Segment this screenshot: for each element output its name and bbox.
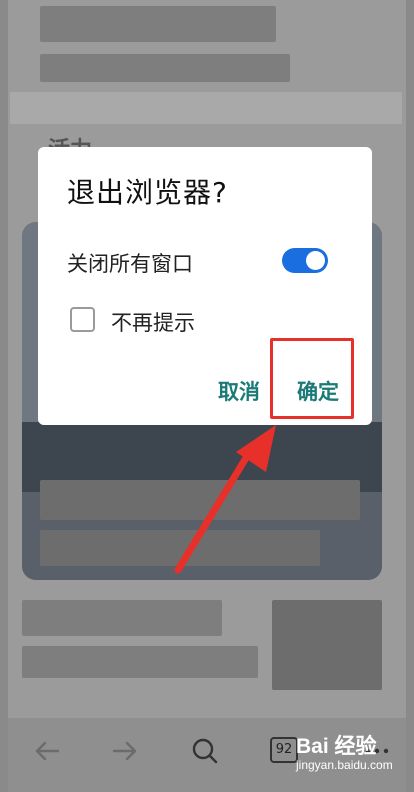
tab-count-button[interactable]: 92 xyxy=(270,737,298,763)
close-all-windows-label: 关闭所有窗口 xyxy=(67,252,193,276)
blurred-text xyxy=(10,92,402,124)
close-all-windows-toggle[interactable] xyxy=(282,248,328,273)
dialog-title: 退出浏览器? xyxy=(67,176,228,209)
watermark-logo: Bai 经验 xyxy=(296,735,377,758)
blurred-text xyxy=(40,54,290,82)
confirm-highlight-box xyxy=(270,338,354,419)
dont-remind-checkbox[interactable] xyxy=(70,307,95,332)
arrow-left-icon[interactable] xyxy=(30,734,64,768)
blurred-text xyxy=(40,6,276,42)
blurred-thumbnail xyxy=(272,600,382,690)
blurred-text xyxy=(22,600,222,636)
arrow-right-icon[interactable] xyxy=(108,734,142,768)
toggle-knob xyxy=(306,251,325,270)
blurred-text xyxy=(22,646,258,678)
blurred-text xyxy=(40,530,320,566)
blurred-text xyxy=(40,480,360,520)
baidu-jingyan-watermark: Bai 经验 jingyan.baidu.com xyxy=(296,730,393,772)
dont-remind-label: 不再提示 xyxy=(111,311,195,335)
search-icon[interactable] xyxy=(188,734,222,768)
watermark-url: jingyan.baidu.com xyxy=(296,758,393,772)
cancel-button[interactable]: 取消 xyxy=(218,376,260,406)
